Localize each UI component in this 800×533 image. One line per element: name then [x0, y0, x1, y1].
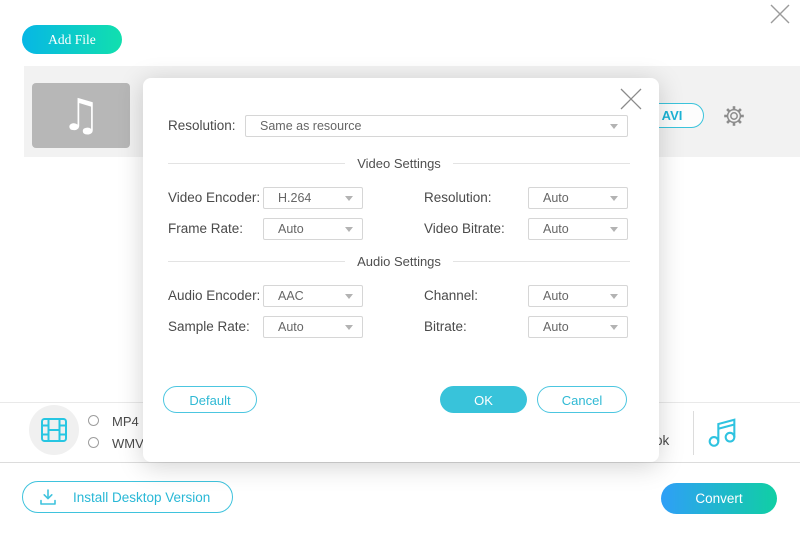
video-encoder-label: Video Encoder: [168, 187, 260, 209]
radio-wmv-label[interactable]: WMV [112, 436, 144, 451]
video-encoder-select[interactable]: H.264 [263, 187, 363, 209]
ok-button[interactable]: OK [440, 386, 527, 413]
convert-button[interactable]: Convert [661, 483, 777, 514]
app-window: Add File ♫ AVI [0, 0, 800, 533]
music-note-icon: ♫ [61, 94, 100, 138]
chevron-down-icon [345, 196, 353, 201]
resolution-label: Resolution: [424, 187, 492, 209]
frame-rate-label: Frame Rate: [168, 218, 243, 240]
audio-encoder-select[interactable]: AAC [263, 285, 363, 307]
video-formats-tab[interactable] [29, 405, 79, 455]
audio-settings-section-title: Audio Settings [168, 253, 630, 270]
audio-encoder-label: Audio Encoder: [168, 285, 260, 307]
bitrate-label: Bitrate: [424, 316, 467, 338]
video-bitrate-label: Video Bitrate: [424, 218, 505, 240]
music-note-outline-icon [706, 414, 738, 450]
dialog-close-icon[interactable] [619, 87, 643, 111]
install-desktop-button[interactable]: Install Desktop Version [22, 481, 233, 513]
radio-mp4[interactable] [88, 415, 99, 426]
chevron-down-icon [610, 294, 618, 299]
resolution-main-select[interactable]: Same as resource [245, 115, 628, 137]
format-bar-divider [693, 411, 694, 455]
file-thumbnail: ♫ [32, 83, 130, 148]
cancel-button[interactable]: Cancel [537, 386, 627, 413]
window-close-icon[interactable] [767, 2, 793, 26]
default-button[interactable]: Default [163, 386, 257, 413]
film-strip-icon [40, 417, 68, 443]
channel-select[interactable]: Auto [528, 285, 628, 307]
video-bitrate-select[interactable]: Auto [528, 218, 628, 240]
settings-dialog: Resolution: Same as resource Video Setti… [143, 78, 659, 462]
chevron-down-icon [345, 325, 353, 330]
radio-wmv[interactable] [88, 437, 99, 448]
resolution-main-label: Resolution: [168, 115, 236, 137]
video-settings-section-title: Video Settings [168, 155, 630, 172]
bitrate-select[interactable]: Auto [528, 316, 628, 338]
chevron-down-icon [610, 124, 618, 129]
radio-mp4-label[interactable]: MP4 [112, 414, 139, 429]
channel-label: Channel: [424, 285, 478, 307]
chevron-down-icon [345, 227, 353, 232]
download-icon [38, 488, 58, 507]
chevron-down-icon [345, 294, 353, 299]
sample-rate-label: Sample Rate: [168, 316, 250, 338]
add-file-button[interactable]: Add File [22, 25, 122, 54]
frame-rate-select[interactable]: Auto [263, 218, 363, 240]
resolution-select[interactable]: Auto [528, 187, 628, 209]
settings-gear-icon[interactable] [722, 104, 746, 128]
audio-formats-tab[interactable] [706, 414, 738, 450]
chevron-down-icon [610, 196, 618, 201]
sample-rate-select[interactable]: Auto [263, 316, 363, 338]
chevron-down-icon [610, 325, 618, 330]
chevron-down-icon [610, 227, 618, 232]
install-desktop-label: Install Desktop Version [73, 490, 210, 505]
